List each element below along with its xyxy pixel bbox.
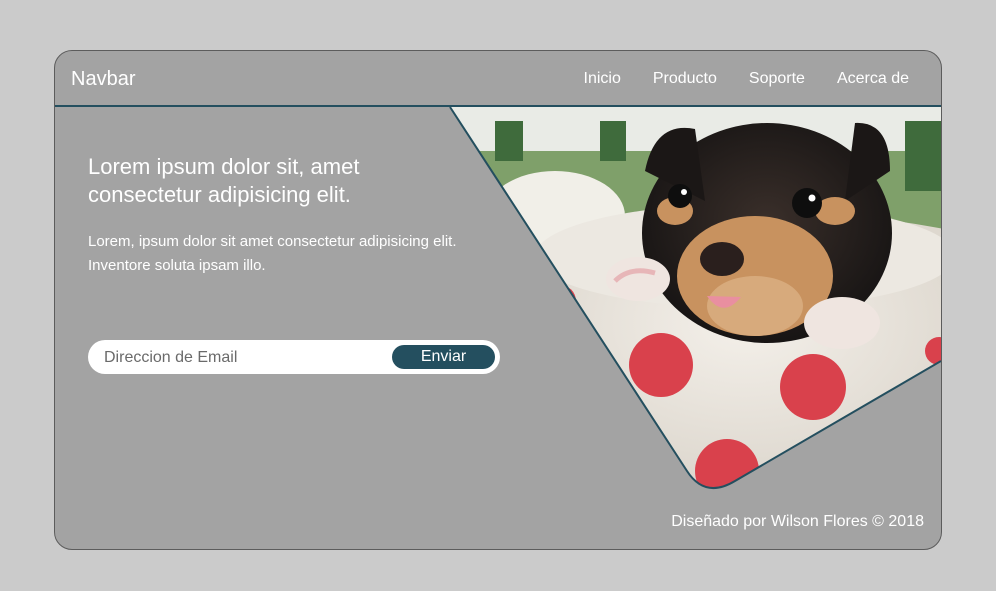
email-form: Enviar [88,340,500,374]
nav-link-inicio[interactable]: Inicio [584,69,621,89]
landing-card: Navbar Inicio Producto Soporte Acerca de… [54,50,942,550]
navbar-brand[interactable]: Navbar [71,67,135,91]
send-button[interactable]: Enviar [392,345,495,369]
nav-links: Inicio Producto Soporte Acerca de [552,69,910,89]
nav-link-soporte[interactable]: Soporte [749,69,805,89]
email-input[interactable] [102,345,386,371]
nav-link-acerca-de[interactable]: Acerca de [837,69,909,89]
footer-credit: Diseñado por Wilson Flores © 2018 [671,513,924,530]
hero-description: Lorem, ipsum dolor sit amet consectetur … [88,233,457,274]
navbar: Navbar Inicio Producto Soporte Acerca de [55,51,941,107]
nav-link-producto[interactable]: Producto [653,69,717,89]
hero-title: Lorem ipsum dolor sit, amet consectetur … [88,154,360,207]
hero-photo [449,106,941,490]
